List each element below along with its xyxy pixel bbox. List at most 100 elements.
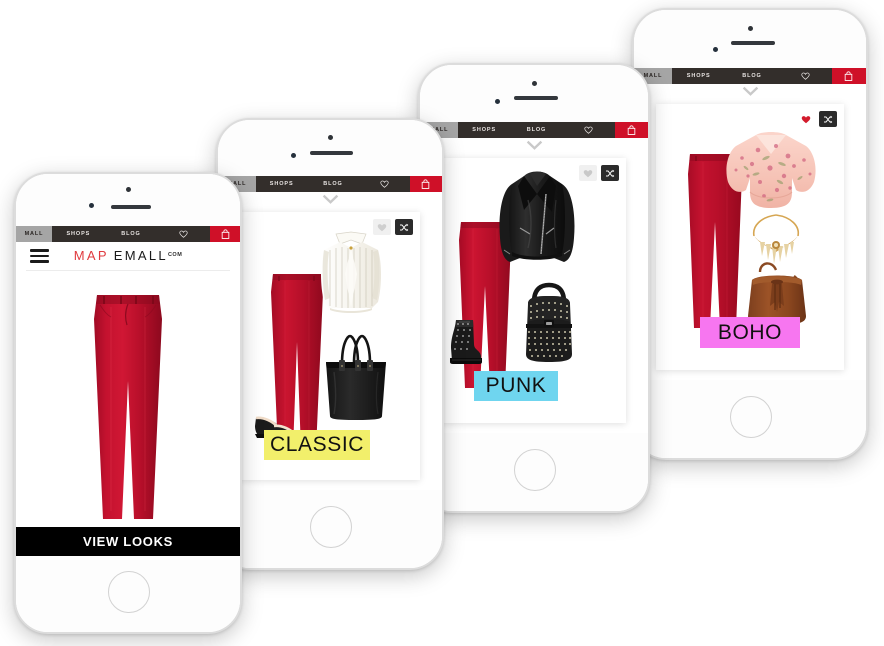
card-action-group bbox=[373, 219, 413, 235]
nav-item-blog[interactable]: BLOG bbox=[105, 226, 158, 242]
nav-wishlist-button[interactable] bbox=[563, 122, 615, 138]
scroll-down-indicator[interactable] bbox=[218, 192, 442, 206]
front-camera-icon bbox=[125, 187, 131, 192]
shuffle-button[interactable] bbox=[601, 165, 619, 181]
item-black-leather-tote-bag[interactable] bbox=[320, 330, 392, 422]
nav-blog-label: BLOG bbox=[526, 127, 547, 133]
phone-product-body: MALL SHOPS BLOG MAP EMALLCOM VIEW LOOKS bbox=[16, 174, 240, 632]
nav-shops-label: SHOPS bbox=[269, 181, 294, 187]
home-button[interactable] bbox=[514, 449, 556, 491]
item-gold-statement-fringe-necklace[interactable] bbox=[748, 212, 804, 268]
nav-cart-button[interactable] bbox=[614, 122, 648, 138]
navbar[interactable]: MALL SHOPS BLOG bbox=[420, 122, 648, 138]
product-hero-image[interactable] bbox=[16, 271, 240, 521]
heart-icon bbox=[801, 115, 811, 123]
hamburger-menu-icon[interactable] bbox=[30, 248, 49, 264]
nav-wishlist-button[interactable] bbox=[157, 226, 210, 242]
item-black-leather-biker-jacket[interactable] bbox=[494, 166, 580, 274]
view-looks-button[interactable]: VIEW LOOKS bbox=[16, 527, 240, 556]
look-stage-boho: BOHO bbox=[656, 104, 844, 370]
phone-bezel-top bbox=[218, 120, 442, 176]
earpiece-speaker bbox=[111, 205, 151, 209]
phone-punk: MALL SHOPS BLOG bbox=[418, 63, 650, 513]
phone-classic: MALL SHOPS BLOG bbox=[216, 118, 444, 570]
item-black-studded-combat-boots[interactable] bbox=[446, 316, 486, 366]
look-stage-punk: PUNK bbox=[442, 158, 626, 423]
item-pink-floral-bell-sleeve-peplum-blouse[interactable] bbox=[722, 130, 820, 210]
shopping-bag-icon bbox=[422, 179, 430, 189]
navbar[interactable]: MALL SHOPS BLOG bbox=[218, 176, 442, 192]
nav-cart-button[interactable] bbox=[210, 226, 240, 242]
shopping-bag-icon bbox=[221, 229, 229, 239]
scroll-down-indicator[interactable] bbox=[634, 84, 866, 98]
phone-boho-body: MALL SHOPS BLOG BOHO bbox=[634, 10, 866, 458]
nav-shops-label: SHOPS bbox=[472, 127, 497, 133]
nav-item-mall[interactable]: MALL bbox=[16, 226, 52, 242]
nav-mall-label: MALL bbox=[24, 231, 44, 237]
item-white-pinstripe-sleeveless-blouse[interactable] bbox=[310, 228, 392, 316]
nav-item-shops[interactable]: SHOPS bbox=[256, 176, 307, 192]
front-camera-icon bbox=[747, 26, 753, 31]
nav-item-blog[interactable]: BLOG bbox=[725, 68, 778, 84]
phone-bezel-bottom bbox=[634, 380, 866, 458]
view-looks-label: VIEW LOOKS bbox=[82, 534, 174, 549]
heart-outline-icon bbox=[380, 180, 389, 188]
home-button[interactable] bbox=[730, 396, 772, 438]
phone-bezel-bottom bbox=[420, 433, 648, 511]
style-tag-classic: CLASSIC bbox=[264, 430, 370, 460]
card-action-group bbox=[797, 111, 837, 127]
navbar[interactable]: MALL SHOPS BLOG bbox=[16, 226, 240, 242]
navbar[interactable]: MALL SHOPS BLOG bbox=[634, 68, 866, 84]
item-red-tailored-trousers[interactable] bbox=[91, 293, 165, 521]
brand-com: COM bbox=[167, 252, 183, 258]
look-stage-classic: CLASSIC bbox=[240, 212, 420, 480]
phone-bezel-top bbox=[420, 65, 648, 122]
shuffle-icon bbox=[606, 169, 615, 177]
brand-map: MAP bbox=[73, 248, 109, 263]
home-button[interactable] bbox=[108, 571, 150, 613]
proximity-sensor-icon bbox=[89, 203, 94, 208]
screen-classic: MALL SHOPS BLOG bbox=[218, 176, 442, 490]
item-black-studded-backpack[interactable] bbox=[518, 282, 580, 366]
brand-emall: EMALL bbox=[113, 248, 168, 263]
favorite-button[interactable] bbox=[373, 219, 391, 235]
home-button[interactable] bbox=[310, 506, 352, 548]
chevron-down-icon bbox=[526, 140, 542, 150]
nav-item-shops[interactable]: SHOPS bbox=[458, 122, 510, 138]
front-camera-icon bbox=[327, 135, 333, 140]
style-tag-punk: PUNK bbox=[474, 371, 558, 401]
nav-blog-label: BLOG bbox=[323, 181, 343, 187]
nav-wishlist-button[interactable] bbox=[779, 68, 832, 84]
phone-bezel-top bbox=[634, 10, 866, 68]
shuffle-button[interactable] bbox=[395, 219, 413, 235]
nav-cart-button[interactable] bbox=[831, 68, 866, 84]
favorite-button[interactable] bbox=[579, 165, 597, 181]
nav-cart-button[interactable] bbox=[409, 176, 442, 192]
nav-blog-label: BLOG bbox=[121, 231, 141, 237]
earpiece-speaker bbox=[310, 151, 353, 155]
card-action-group bbox=[579, 165, 619, 181]
nav-item-blog[interactable]: BLOG bbox=[510, 122, 562, 138]
style-tag-label: PUNK bbox=[485, 374, 547, 397]
style-tag-label: BOHO bbox=[717, 320, 783, 344]
nav-item-shops[interactable]: SHOPS bbox=[52, 226, 105, 242]
shuffle-button[interactable] bbox=[819, 111, 837, 127]
look-card-punk[interactable]: PUNK bbox=[442, 158, 626, 423]
screen-punk: MALL SHOPS BLOG bbox=[420, 122, 648, 433]
front-camera-icon bbox=[531, 81, 537, 86]
look-card-classic[interactable]: CLASSIC bbox=[240, 212, 420, 480]
brand-logo[interactable]: MAP EMALLCOM bbox=[16, 248, 240, 264]
nav-wishlist-button[interactable] bbox=[359, 176, 410, 192]
scroll-down-indicator[interactable] bbox=[420, 138, 648, 152]
nav-shops-label: SHOPS bbox=[66, 231, 91, 237]
nav-shops-label: SHOPS bbox=[686, 73, 711, 79]
favorite-button[interactable] bbox=[797, 111, 815, 127]
nav-item-blog[interactable]: BLOG bbox=[307, 176, 358, 192]
nav-item-shops[interactable]: SHOPS bbox=[672, 68, 725, 84]
shuffle-icon bbox=[400, 223, 409, 231]
phone-bezel-bottom bbox=[218, 490, 442, 568]
heart-icon bbox=[583, 169, 593, 177]
look-card-boho[interactable]: BOHO bbox=[656, 104, 844, 370]
screen-boho: MALL SHOPS BLOG BOHO bbox=[634, 68, 866, 380]
proximity-sensor-icon bbox=[713, 47, 718, 52]
